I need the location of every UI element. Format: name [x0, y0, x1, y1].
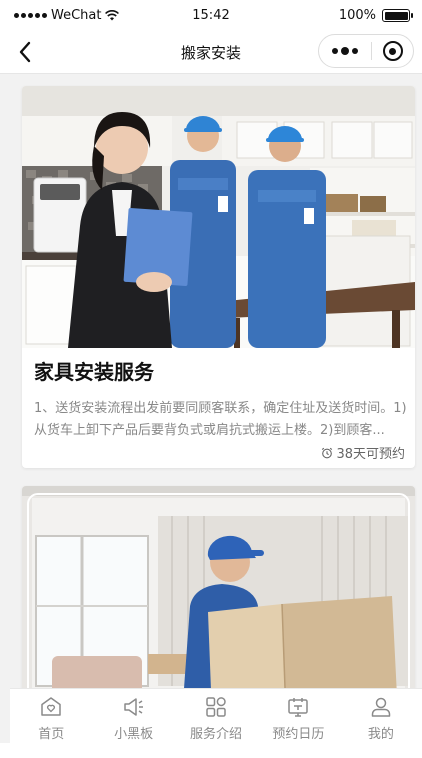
tab-blackboard[interactable]: 小黑板: [92, 689, 174, 743]
availability-text: 38天可预约: [336, 447, 405, 462]
tab-services[interactable]: 服务介绍: [175, 689, 257, 743]
service-card[interactable]: 家具安装服务 1、送货安装流程出发前要同顾客联系，确定住址及送货时间。1)从货车…: [22, 86, 415, 468]
grid-icon: [206, 697, 226, 717]
bottom-safe-area: [0, 743, 422, 758]
more-menu-icon[interactable]: [319, 35, 371, 67]
tab-label: 预约日历: [272, 727, 325, 742]
megaphone-icon: [123, 698, 143, 716]
service-image: [22, 86, 415, 348]
user-icon: [371, 697, 391, 717]
tab-home[interactable]: 首页: [10, 689, 92, 743]
alarm-clock-icon: [322, 447, 333, 458]
status-bar: WeChat 15:42 100%: [0, 0, 422, 30]
card-description: 1、送货安装流程出发前要同顾客联系，确定住址及送货时间。1)从货车上卸下产品后要…: [34, 401, 407, 438]
close-mini-program-icon[interactable]: [372, 41, 413, 61]
status-right: 100%: [338, 8, 413, 23]
nav-bar: 搬家安装: [0, 30, 422, 74]
tab-label: 我的: [367, 727, 394, 742]
service-list: 家具安装服务 1、送货安装流程出发前要同顾客联系，确定住址及送货时间。1)从货车…: [0, 74, 422, 688]
card-title: 家具安装服务: [34, 360, 154, 384]
tab-mine[interactable]: 我的: [340, 689, 422, 743]
tab-calendar[interactable]: 预约日历: [257, 689, 339, 743]
home-icon: [41, 697, 61, 716]
availability-badge: 38天可预约: [321, 443, 405, 462]
service-image: [22, 486, 415, 688]
battery-icon: [382, 9, 413, 22]
tab-label: 小黑板: [114, 727, 154, 742]
tab-label: 首页: [38, 727, 65, 742]
service-card[interactable]: [22, 486, 415, 688]
tab-label: 服务介绍: [190, 727, 243, 742]
battery-label: 100%: [338, 8, 376, 23]
calendar-icon: [288, 698, 309, 717]
phone-screen: WeChat 15:42 100% 搬家安装 家具安装服务 1、送货安装流程出发…: [0, 0, 422, 758]
mini-program-capsule: [318, 34, 414, 68]
tab-bar: 首页 小黑板 服务介绍 预约日历 我的: [10, 688, 422, 743]
